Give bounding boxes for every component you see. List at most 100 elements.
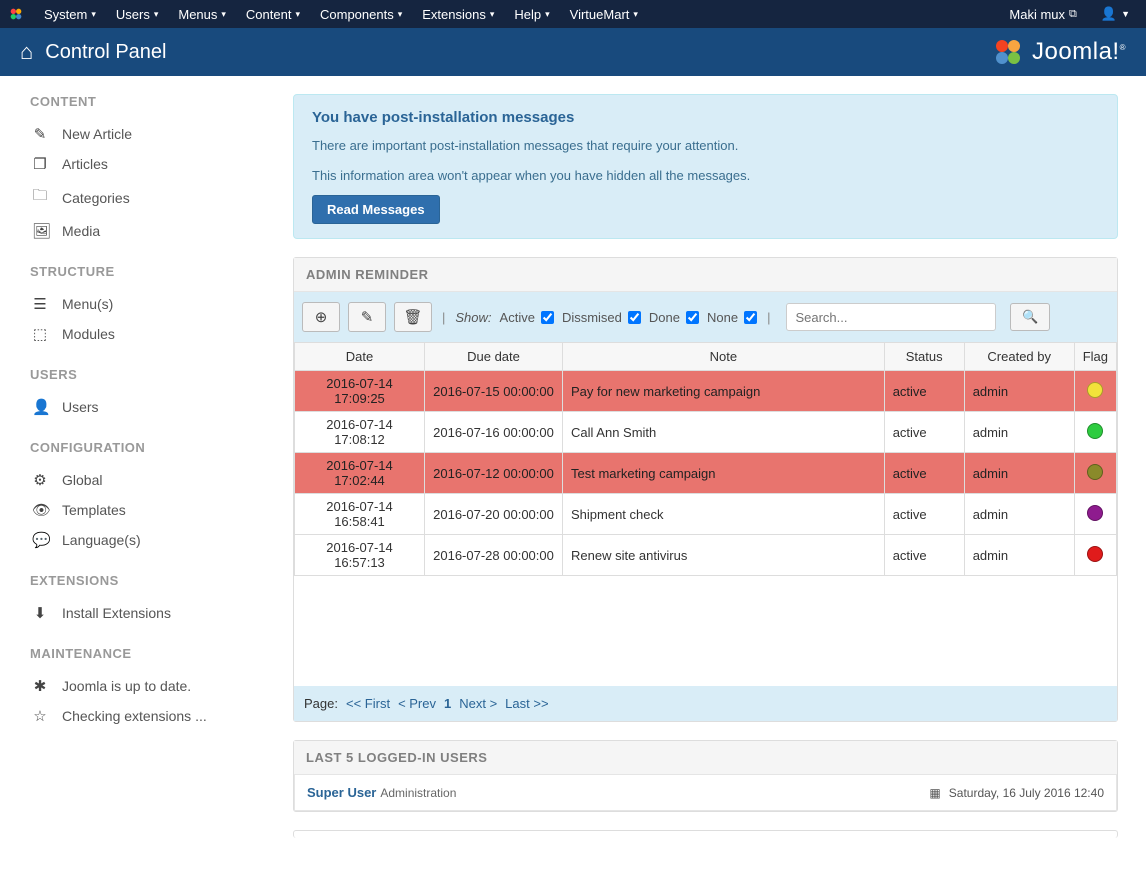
table-row[interactable]: 2016-07-14 17:08:122016-07-16 00:00:00Ca… — [295, 412, 1117, 453]
frontend-link[interactable]: Maki mux ⧉ — [1001, 3, 1084, 26]
panel-heading-logged: LAST 5 LOGGED-IN USERS — [294, 741, 1117, 775]
flag-icon — [1087, 464, 1103, 480]
filter-none[interactable]: None — [707, 310, 757, 325]
flag-icon — [1087, 505, 1103, 521]
col-date[interactable]: Date — [295, 343, 425, 371]
flag-icon — [1087, 423, 1103, 439]
edit-button[interactable]: ✎ — [348, 302, 386, 332]
filter-active[interactable]: Active — [500, 310, 554, 325]
chevron-down-icon: ▾ — [154, 9, 159, 20]
table-row[interactable]: 2016-07-14 16:57:132016-07-28 00:00:00Re… — [295, 535, 1117, 576]
sidebar-heading: MAINTENANCE — [30, 646, 265, 661]
nav-users-icon: 👤 — [32, 398, 48, 416]
nav-label: Global — [62, 472, 102, 488]
chevron-down-icon: ▾ — [221, 9, 226, 20]
col-flag[interactable]: Flag — [1074, 343, 1116, 371]
pencil-square-icon: ✎ — [361, 308, 374, 326]
nav-label: Templates — [62, 502, 126, 518]
nav-checking-ext[interactable]: ☆ Checking extensions ... — [30, 701, 265, 731]
page-first[interactable]: << First — [346, 696, 390, 711]
nav-menus[interactable]: ☰ Menu(s) — [30, 289, 265, 319]
sidebar-heading: CONFIGURATION — [30, 440, 265, 455]
menu-content[interactable]: Content ▾ — [238, 3, 308, 26]
nav-users[interactable]: 👤Users — [30, 392, 265, 422]
chevron-down-icon: ▼ — [1121, 9, 1130, 19]
sidebar-heading: STRUCTURE — [30, 264, 265, 279]
nav-label: Articles — [62, 156, 108, 172]
nav-checking-ext-icon: ☆ — [32, 707, 48, 725]
nav-label: Menu(s) — [62, 296, 113, 312]
sidebar-heading: CONTENT — [30, 94, 265, 109]
menu-extensions[interactable]: Extensions ▾ — [414, 3, 502, 26]
nav-new-article[interactable]: ✎New Article — [30, 119, 265, 149]
table-row[interactable]: 2016-07-14 17:02:442016-07-12 00:00:00Te… — [295, 453, 1117, 494]
filter-done[interactable]: Done — [649, 310, 699, 325]
nav-label: Media — [62, 223, 100, 239]
nav-articles[interactable]: ❐Articles — [30, 149, 265, 179]
chevron-down-icon: ▾ — [490, 9, 495, 20]
reminder-table: Date Due date Note Status Created by Fla… — [294, 342, 1117, 576]
add-button[interactable]: ⊕ — [302, 302, 340, 332]
page-label: Page: — [304, 696, 338, 711]
menu-components[interactable]: Components ▾ — [312, 3, 410, 26]
nav-categories[interactable]: 🗀Categories — [30, 179, 265, 216]
filter-dismissed[interactable]: Dissmised — [562, 310, 641, 325]
pagination: Page: << First < Prev 1 Next > Last >> — [294, 686, 1117, 721]
page-last[interactable]: Last >> — [505, 696, 548, 711]
menu-users[interactable]: Users ▾ — [108, 3, 166, 26]
user-icon: 👤 — [1101, 6, 1117, 22]
top-menu: System ▾Users ▾Menus ▾Content ▾Component… — [36, 3, 646, 26]
col-note[interactable]: Note — [563, 343, 885, 371]
read-messages-button[interactable]: Read Messages — [312, 195, 440, 224]
calendar-icon: ▦ — [929, 786, 940, 800]
col-due[interactable]: Due date — [425, 343, 563, 371]
joomla-logo: Joomla!® — [992, 36, 1126, 68]
nav-install-extensions[interactable]: ⬇Install Extensions — [30, 598, 265, 628]
table-row[interactable]: 2016-07-14 17:09:252016-07-15 00:00:00Pa… — [295, 371, 1117, 412]
plus-circle-icon: ⊕ — [315, 308, 328, 326]
nav-media-icon: 🖼 — [32, 222, 48, 240]
sidebar: CONTENT✎New Article❐Articles🗀Categories🖼… — [0, 76, 275, 874]
page-current: 1 — [444, 696, 451, 711]
menu-virtuemart[interactable]: VirtueMart ▾ — [562, 3, 646, 26]
alert-title: You have post-installation messages — [312, 109, 1099, 126]
nav-label: Checking extensions ... — [62, 708, 207, 724]
logged-in-row: Super UserAdministration▦Saturday, 16 Ju… — [294, 775, 1117, 811]
menu-system[interactable]: System ▾ — [36, 3, 104, 26]
delete-button[interactable]: 🗑 — [394, 302, 432, 332]
nav-modules[interactable]: ⬚Modules — [30, 319, 265, 349]
col-created[interactable]: Created by — [964, 343, 1074, 371]
nav-modules-icon: ⬚ — [32, 325, 48, 343]
alert-line-1: There are important post-installation me… — [312, 136, 1099, 156]
page-next[interactable]: Next > — [459, 696, 497, 711]
logged-time: Saturday, 16 July 2016 12:40 — [949, 786, 1104, 800]
page-prev[interactable]: < Prev — [398, 696, 436, 711]
search-input[interactable] — [786, 303, 996, 331]
user-menu[interactable]: 👤 ▼ — [1093, 2, 1138, 26]
logged-username[interactable]: Super User — [307, 785, 376, 800]
nav-label: Language(s) — [62, 532, 141, 548]
joomla-icon — [8, 6, 24, 22]
menu-help[interactable]: Help ▾ — [506, 3, 557, 26]
nav-install-extensions-icon: ⬇ — [32, 604, 48, 622]
table-row[interactable]: 2016-07-14 16:58:412016-07-20 00:00:00Sh… — [295, 494, 1117, 535]
nav-templates[interactable]: 👁Templates — [30, 495, 265, 525]
nav-languages[interactable]: 💬 Language(s) — [30, 525, 265, 555]
col-status[interactable]: Status — [884, 343, 964, 371]
nav-languages-icon: 💬 — [32, 531, 48, 549]
chevron-down-icon: ▾ — [545, 9, 550, 20]
top-menu-bar: System ▾Users ▾Menus ▾Content ▾Component… — [0, 0, 1146, 28]
nav-categories-icon: 🗀 — [32, 185, 48, 210]
chevron-down-icon: ▾ — [295, 9, 300, 20]
user-name-label: Maki mux — [1009, 7, 1065, 22]
nav-joomla-uptodate[interactable]: ✱Joomla is up to date. — [30, 671, 265, 701]
nav-media[interactable]: 🖼 Media — [30, 216, 265, 246]
search-button[interactable]: 🔍 — [1010, 303, 1050, 331]
nav-menus-icon: ☰ — [32, 295, 48, 313]
show-label: Show: — [455, 310, 491, 325]
trash-icon: 🗑 — [403, 308, 422, 326]
main-content: You have post-installation messages Ther… — [275, 76, 1146, 874]
header-bar: ⌂ Control Panel Joomla!® — [0, 28, 1146, 76]
menu-menus[interactable]: Menus ▾ — [170, 3, 234, 26]
nav-global[interactable]: ⚙Global — [30, 465, 265, 495]
